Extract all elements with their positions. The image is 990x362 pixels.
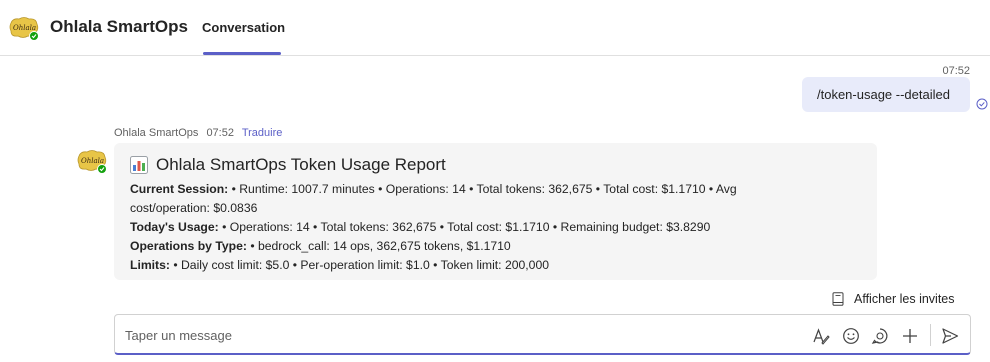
line-label: Today's Usage:	[130, 220, 219, 234]
show-prompts-button[interactable]: Afficher les invites	[832, 292, 955, 306]
token-usage-report-card: Ohlala SmartOps Token Usage Report Curre…	[114, 143, 877, 280]
line-text: • Operations: 14 • Total tokens: 362,675…	[218, 220, 711, 234]
compose-box	[114, 314, 971, 355]
report-line-limits: Limits: • Daily cost limit: $5.0 • Per-o…	[130, 256, 861, 275]
format-icon[interactable]	[812, 327, 830, 345]
line-text: • Daily cost limit: $5.0 • Per-operation…	[169, 258, 549, 272]
chat-header: Ohlala Ohlala SmartOps Conversation	[0, 0, 990, 56]
message-input[interactable]	[125, 325, 725, 345]
ohlala-logo-icon[interactable]: Ohlala	[8, 14, 40, 42]
send-icon[interactable]	[941, 327, 959, 345]
bot-avatar[interactable]: Ohlala	[76, 147, 108, 175]
report-title-text: Ohlala SmartOps Token Usage Report	[156, 155, 446, 174]
bar-chart-icon	[130, 156, 148, 174]
report-line-operations-by-type: Operations by Type: • bedrock_call: 14 o…	[130, 237, 861, 256]
app-title: Ohlala SmartOps	[50, 17, 188, 36]
emoji-icon[interactable]	[842, 327, 860, 345]
line-label: Limits:	[130, 258, 170, 272]
line-text: cost/operation: $0.0836	[130, 201, 258, 215]
report-line-current-session: Current Session: • Runtime: 1007.7 minut…	[130, 180, 861, 199]
active-tab-indicator	[203, 52, 281, 55]
report-line-current-session-cont: cost/operation: $0.0836	[130, 199, 861, 218]
compose-divider	[930, 324, 931, 346]
add-icon[interactable]	[901, 327, 919, 345]
tab-conversation[interactable]: Conversation	[202, 20, 285, 35]
report-line-todays-usage: Today's Usage: • Operations: 14 • Total …	[130, 218, 861, 237]
bot-sender-name: Ohlala SmartOps	[114, 127, 199, 139]
prompts-book-icon	[832, 292, 844, 306]
loop-components-icon[interactable]	[871, 327, 889, 345]
logo-text: Ohlala	[13, 24, 36, 32]
show-prompts-label: Afficher les invites	[854, 292, 955, 306]
line-label: Operations by Type:	[130, 239, 247, 253]
report-title: Ohlala SmartOps Token Usage Report	[130, 155, 861, 175]
line-text: • bedrock_call: 14 ops, 362,675 tokens, …	[246, 239, 511, 253]
bot-message-meta: Ohlala SmartOps 07:52 Traduire	[114, 127, 287, 139]
sent-message-time: 07:52	[942, 65, 970, 77]
line-label: Current Session:	[130, 182, 229, 196]
read-receipt-icon	[976, 98, 988, 110]
bot-message-time: 07:52	[206, 127, 234, 139]
sent-message-bubble[interactable]: /token-usage --detailed	[802, 77, 970, 112]
line-text: • Runtime: 1007.7 minutes • Operations: …	[228, 182, 737, 196]
translate-link[interactable]: Traduire	[242, 127, 283, 139]
avatar-logo-text: Ohlala	[81, 157, 104, 165]
